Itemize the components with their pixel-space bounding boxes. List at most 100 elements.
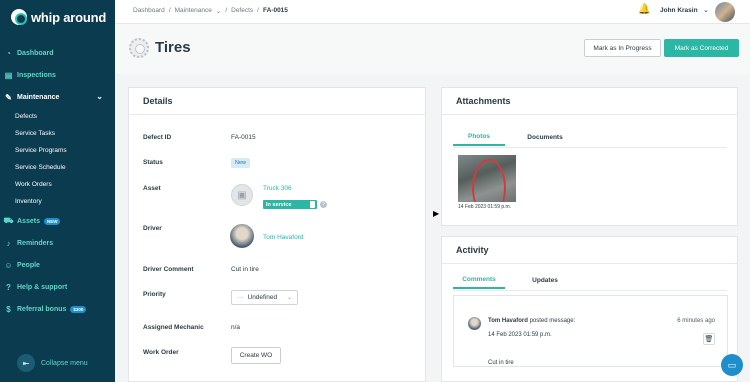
bell-icon: ♪ — [6, 238, 11, 248]
asset-avatar: ▣ — [231, 184, 253, 206]
driver-link[interactable]: Tom Havaford — [263, 234, 303, 241]
create-wo-button[interactable]: Create WO — [231, 347, 281, 364]
sidebar-subitem-service-schedule[interactable]: Service Schedule — [0, 159, 115, 176]
chevron-down-icon: ⌄ — [96, 92, 103, 101]
photo-caption: 14 Feb 2023 01:59 p.m. — [458, 204, 512, 210]
asset-status: In service ? — [263, 200, 327, 209]
logo-text: whip around — [31, 9, 107, 25]
driver-row: Driver — [143, 225, 162, 232]
status-value: New — [231, 158, 251, 168]
sidebar-subitem-work-orders[interactable]: Work Orders — [0, 176, 115, 193]
mechanic-value: n/a — [231, 324, 241, 331]
attachments-tabs: Photos Documents — [453, 128, 585, 146]
breadcrumb-dashboard[interactable]: Dashboard — [133, 7, 165, 15]
sidebar-subitem-service-programs[interactable]: Service Programs — [0, 142, 115, 159]
sidebar-subitem-service-tasks[interactable]: Service Tasks — [0, 125, 115, 142]
clipboard-icon: ▤ — [4, 70, 13, 80]
collapse-label: Collapse menu — [41, 359, 88, 367]
tab-comments[interactable]: Comments — [453, 271, 505, 289]
tab-divider — [453, 290, 727, 291]
activity-title: Activity — [442, 237, 737, 264]
comment-header: Tom Havaford posted message: — [488, 318, 575, 324]
asset-row: Asset — [143, 185, 161, 192]
tab-documents[interactable]: Documents — [505, 128, 585, 146]
in-service-toggle[interactable]: In service — [263, 200, 317, 209]
help-icon[interactable]: ? — [320, 201, 327, 208]
activity-tabs: Comments Updates — [453, 271, 585, 289]
breadcrumb-maintenance[interactable]: Maintenance — [175, 7, 212, 15]
breadcrumb-separator: / — [257, 7, 259, 14]
user-avatar[interactable] — [715, 2, 735, 22]
sidebar-item-inspections[interactable]: ▤ Inspections — [0, 64, 115, 86]
sidebar-subitem-defects[interactable]: Defects — [0, 108, 115, 125]
comment-author: Tom Havaford — [488, 318, 528, 324]
chat-icon[interactable]: ▭ — [721, 354, 743, 376]
tab-divider — [453, 147, 727, 148]
comment-avatar — [468, 317, 481, 330]
attachments-title: Attachments — [442, 88, 737, 115]
work-order-label: Work Order — [143, 349, 179, 356]
truck-icon: ⛟ — [3, 216, 14, 225]
mechanic-row: Assigned Mechanic — [143, 324, 204, 331]
work-order-row: Work Order — [143, 349, 179, 356]
status-row: Status — [143, 159, 163, 166]
sidebar-item-people[interactable]: ☺ People — [0, 254, 115, 276]
driver-comment-value: Cut in tire — [231, 266, 259, 273]
comment-card: Tom Havaford posted message: 14 Feb 2023… — [453, 295, 728, 367]
help-icon: ? — [6, 282, 11, 292]
breadcrumb-defects[interactable]: Defects — [231, 7, 253, 15]
priority-select[interactable]: ··· Undefined ⌄ — [231, 290, 298, 305]
driver-avatar — [230, 224, 254, 248]
page-title: Tires — [155, 39, 191, 56]
mark-in-progress-button[interactable]: Mark as In Progress — [584, 39, 661, 57]
logo[interactable]: whip around — [11, 9, 106, 25]
tire-icon — [129, 38, 149, 58]
priority-value: Undefined — [247, 294, 278, 301]
notifications-bell-icon[interactable]: 🔔 — [638, 4, 650, 15]
sidebar-item-help[interactable]: ? Help & support — [0, 276, 115, 298]
mouse-cursor-icon: ▶ — [433, 209, 440, 218]
sidebar-item-assets[interactable]: ⛟ Assets NEW — [0, 210, 115, 232]
sidebar-item-label: Referral bonus — [17, 305, 67, 313]
trash-icon[interactable]: 🗑 — [703, 333, 715, 345]
activity-panel: Activity Comments Updates Tom Havaford p… — [441, 236, 738, 382]
sidebar-item-label: Dashboard — [17, 49, 54, 57]
sidebar-subitem-inventory[interactable]: Inventory — [0, 193, 115, 210]
collapse-menu[interactable]: ⇤ Collapse menu — [17, 354, 88, 372]
wrench-icon: ✎ — [5, 92, 12, 102]
chevron-down-icon[interactable]: ⌄ — [703, 6, 709, 14]
status-badge: New — [231, 158, 251, 168]
referral-badge: $300 — [70, 305, 87, 313]
sidebar-item-maintenance[interactable]: ✎ Maintenance ⌄ — [0, 86, 115, 108]
driver-comment-label: Driver Comment — [143, 266, 194, 273]
asset-link[interactable]: Truck 306 — [263, 185, 292, 192]
user-name[interactable]: John Krasin — [660, 7, 698, 14]
sidebar-item-label: People — [17, 261, 40, 269]
driver-label: Driver — [143, 225, 162, 232]
chevron-down-icon: ⌄ — [286, 295, 292, 301]
dashboard-icon: ◔ — [6, 48, 11, 58]
mark-corrected-button[interactable]: Mark as Corrected — [664, 39, 739, 57]
driver-comment-row: Driver Comment — [143, 266, 194, 273]
tab-photos[interactable]: Photos — [453, 128, 505, 146]
breadcrumb: Dashboard / Maintenance ⌄ / Defects / FA… — [133, 7, 288, 15]
topbar: Dashboard / Maintenance ⌄ / Defects / FA… — [115, 0, 750, 24]
tab-updates[interactable]: Updates — [505, 271, 585, 289]
sidebar-item-dashboard[interactable]: ◔ Dashboard — [0, 42, 115, 64]
details-panel: Details Defect ID FA-0015 Status New Ass… — [128, 87, 426, 382]
priority-dash-icon: ··· — [237, 294, 244, 301]
breadcrumb-separator: / — [168, 7, 171, 14]
comment-time-ago: 6 minutes ago — [677, 318, 715, 324]
sidebar-item-reminders[interactable]: ♪ Reminders — [0, 232, 115, 254]
dollar-icon: $ — [6, 304, 11, 314]
comment-action: posted message: — [529, 318, 576, 324]
comment-body: Cut in tire — [488, 360, 514, 366]
sidebar-item-label: Assets — [17, 217, 40, 225]
logo-mark-icon — [11, 9, 27, 25]
sidebar-item-label: Help & support — [17, 283, 68, 291]
breadcrumb-separator: / — [225, 7, 228, 14]
attachment-photo[interactable] — [458, 155, 516, 202]
details-title: Details — [129, 88, 425, 115]
sidebar-item-referral[interactable]: $ Referral bonus $300 — [0, 298, 115, 320]
priority-row: Priority — [143, 291, 166, 298]
